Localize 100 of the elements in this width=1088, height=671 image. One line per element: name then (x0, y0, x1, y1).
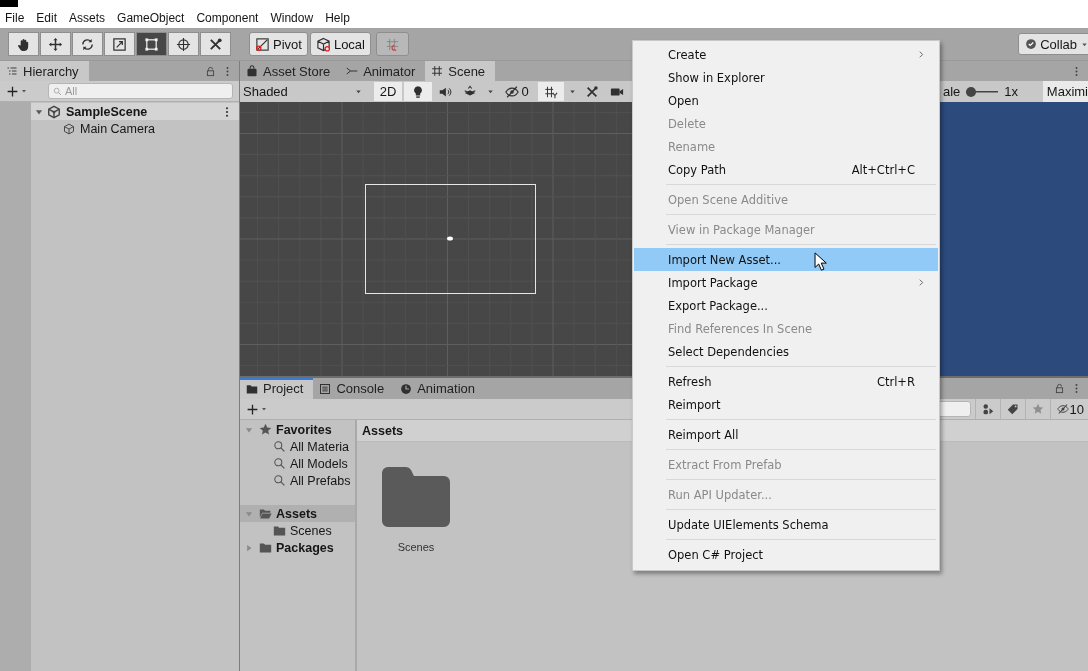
menu-item[interactable]: Import New Asset... (634, 248, 938, 271)
menu-item[interactable]: Copy Path Alt+Ctrl+C (634, 158, 938, 181)
tree-item[interactable]: All Models (240, 455, 355, 472)
local-button[interactable]: Local (309, 32, 371, 56)
tool-button[interactable] (200, 32, 231, 56)
tab[interactable]: Scene (425, 61, 496, 81)
check-icon (1025, 38, 1038, 50)
hidden-toggle-button[interactable]: 10 (1049, 399, 1084, 419)
menu-item[interactable]: File (5, 11, 25, 25)
menu-item[interactable]: Create (634, 43, 938, 66)
star-icon (1031, 403, 1044, 415)
tool-button[interactable] (72, 32, 103, 56)
cube-icon (63, 122, 75, 135)
rect-tool-icon (144, 36, 159, 52)
tree-item[interactable]: Favorites (240, 421, 355, 438)
search-icon (273, 440, 286, 453)
tab[interactable]: Project (240, 378, 314, 399)
tab[interactable]: Asset Store (240, 61, 341, 81)
menu-item[interactable]: Assets (69, 11, 106, 25)
menu-item[interactable]: Refresh Ctrl+R (634, 370, 938, 393)
grid-icon (431, 65, 444, 77)
caret-icon (567, 87, 577, 96)
tab[interactable]: Console (313, 378, 395, 399)
tool-button[interactable] (136, 32, 167, 56)
menu-item[interactable]: Show in Explorer (634, 66, 938, 89)
shapes-icon (981, 403, 994, 415)
tab[interactable]: Animation (394, 378, 485, 399)
lock-icon (205, 65, 216, 77)
menu-item[interactable]: Update UIElements Schema (634, 513, 938, 536)
slider-thumb[interactable] (966, 86, 977, 97)
folder-icon (382, 467, 450, 527)
search-icon (273, 457, 286, 470)
origin-marker[interactable] (447, 236, 453, 241)
asset-item[interactable]: Scenes (379, 467, 453, 553)
pivot-icon (255, 36, 270, 52)
app-icon (0, 0, 18, 7)
chevron-right-icon (917, 278, 926, 287)
caret-icon (260, 405, 268, 413)
menu-item[interactable]: Select Dependencies (634, 340, 938, 363)
maximize-button[interactable]: Maximi (1042, 81, 1088, 102)
search-icon (273, 474, 286, 487)
menu-item[interactable]: Edit (36, 11, 58, 25)
move-icon (48, 36, 63, 52)
console-icon (319, 382, 332, 395)
open-folder-icon (259, 507, 272, 520)
plus-icon (246, 402, 259, 416)
caret-icon (20, 87, 28, 95)
tree-item[interactable]: Scenes (240, 522, 355, 539)
menu-item[interactable]: Open (634, 89, 938, 112)
star-icon (259, 423, 272, 436)
pivot-button[interactable]: Pivot (249, 32, 308, 56)
search-icon (53, 87, 62, 96)
lightbulb-icon (411, 84, 425, 99)
scale-icon (112, 36, 127, 52)
tool-button[interactable] (8, 32, 39, 56)
cube-icon (315, 36, 331, 52)
lighting-button[interactable] (404, 82, 432, 101)
hierarchy-tab[interactable]: Hierarchy (0, 61, 89, 81)
tree-item[interactable]: SampleScene (31, 103, 239, 120)
tools-icon (208, 36, 223, 52)
folder-icon (259, 541, 272, 554)
branch-icon (346, 65, 359, 77)
folder-icon (273, 524, 286, 537)
search-field[interactable]: All (48, 83, 233, 99)
menu-item[interactable]: GameObject (117, 11, 185, 25)
scale-label: ale (943, 84, 961, 99)
caret-icon (354, 87, 363, 96)
tree-item[interactable]: All Prefabs (240, 472, 355, 489)
menu-item[interactable]: Reimport (634, 393, 938, 416)
grid-snap-icon (385, 36, 400, 52)
list-icon (6, 65, 18, 77)
mouse-cursor-icon (814, 252, 827, 272)
tool-button[interactable] (40, 32, 71, 56)
tool-button[interactable] (104, 32, 135, 56)
menu-item[interactable]: Window (270, 11, 314, 25)
tree-item[interactable]: Assets (240, 505, 355, 522)
menu-item[interactable]: Export Package... (634, 294, 938, 317)
menu-item[interactable]: Import Package (634, 271, 938, 294)
camera-frame[interactable] (365, 184, 536, 294)
transform-icon (176, 36, 191, 52)
chevron-right-icon (917, 50, 926, 59)
caret-icon (485, 87, 495, 96)
tree-item[interactable]: All Materia (240, 438, 355, 455)
tool-button[interactable] (168, 32, 199, 56)
menu-item[interactable]: Open C# Project (634, 543, 938, 566)
lock-icon (1054, 383, 1065, 394)
hand-icon (16, 36, 31, 52)
mode-2d-button[interactable]: 2D (374, 82, 402, 101)
eye-slash-icon (505, 84, 520, 99)
menu-item[interactable]: Help (325, 11, 350, 25)
collab-button[interactable]: Collab (1018, 33, 1088, 55)
tree-item[interactable]: Packages (240, 539, 355, 556)
tab[interactable]: Animator (340, 61, 426, 81)
grid-button[interactable] (538, 82, 564, 101)
bag-icon (246, 65, 258, 77)
menu-item[interactable]: Component (196, 11, 259, 25)
cube-icon (47, 104, 61, 119)
clock-icon (400, 382, 413, 395)
tree-item[interactable]: Main Camera (31, 120, 239, 137)
tag-icon (1006, 403, 1019, 415)
